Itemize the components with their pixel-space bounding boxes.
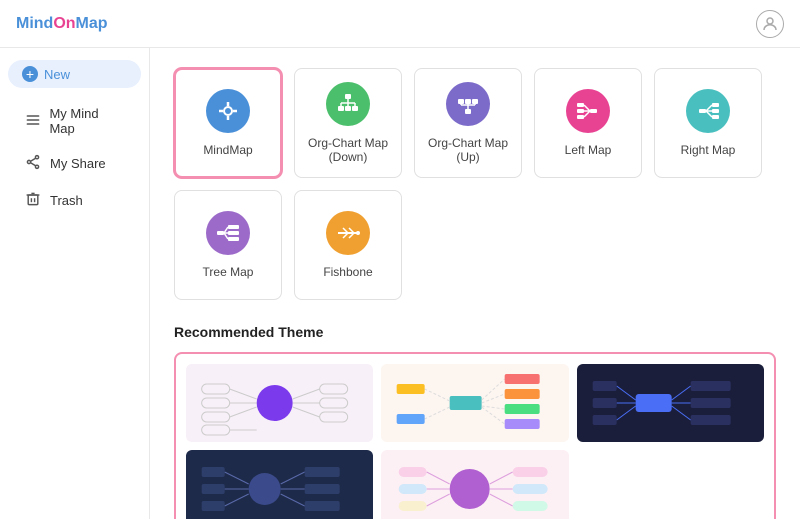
fishbone-icon (326, 211, 370, 255)
fishbone-label: Fishbone (323, 265, 372, 279)
logo-on: On (53, 15, 75, 33)
sidebar-item-my-share[interactable]: My Share (8, 146, 141, 181)
user-avatar[interactable] (756, 10, 784, 38)
theme-card-4[interactable] (186, 450, 373, 519)
tree-map-label: Tree Map (203, 265, 254, 279)
recommended-theme-title: Recommended Theme (174, 324, 776, 340)
left-map-label: Left Map (565, 143, 612, 157)
my-mind-map-label: My Mind Map (49, 106, 125, 136)
map-card-mindmap[interactable]: MindMap (174, 68, 282, 178)
left-map-icon (566, 89, 610, 133)
logo-map: Map (76, 15, 108, 33)
recommended-theme-section: Recommended Theme (174, 324, 776, 519)
mindmap-label: MindMap (203, 143, 252, 157)
right-map-icon (686, 89, 730, 133)
main-layout: + New My Mind Map (0, 48, 800, 519)
trash-label: Trash (50, 193, 83, 208)
tree-map-icon (206, 211, 250, 255)
map-card-tree[interactable]: Tree Map (174, 190, 282, 300)
theme-card-2[interactable] (381, 364, 568, 442)
org-down-icon (326, 82, 370, 126)
theme-grid (186, 364, 764, 519)
map-card-right[interactable]: Right Map (654, 68, 762, 178)
logo: MindOnMap (16, 15, 108, 33)
sidebar-item-trash[interactable]: Trash (8, 183, 141, 218)
sidebar: + New My Mind Map (0, 48, 150, 519)
org-up-label: Org-Chart Map (Up) (415, 136, 521, 164)
theme-card-3[interactable] (577, 364, 764, 442)
header: MindOnMap (0, 0, 800, 48)
mindmap-icon (206, 89, 250, 133)
org-up-icon (446, 82, 490, 126)
new-button[interactable]: + New (8, 60, 141, 88)
theme-card-5[interactable] (381, 450, 568, 519)
map-card-org-down[interactable]: Org-Chart Map (Down) (294, 68, 402, 178)
trash-icon (24, 191, 42, 210)
theme-grid-wrapper (174, 352, 776, 519)
map-type-grid: MindMap Org-C (174, 68, 776, 300)
my-share-label: My Share (50, 156, 106, 171)
main-content: MindMap Org-C (150, 48, 800, 519)
sidebar-item-my-mind-map[interactable]: My Mind Map (8, 98, 141, 144)
plus-icon: + (22, 66, 38, 82)
org-down-label: Org-Chart Map (Down) (295, 136, 401, 164)
map-card-fishbone[interactable]: Fishbone (294, 190, 402, 300)
logo-mind: Mind (16, 15, 53, 33)
right-map-label: Right Map (681, 143, 736, 157)
theme-card-1[interactable] (186, 364, 373, 442)
map-card-org-up[interactable]: Org-Chart Map (Up) (414, 68, 522, 178)
new-label: New (44, 67, 70, 82)
list-icon (24, 112, 41, 131)
map-card-left[interactable]: Left Map (534, 68, 642, 178)
share-icon (24, 154, 42, 173)
